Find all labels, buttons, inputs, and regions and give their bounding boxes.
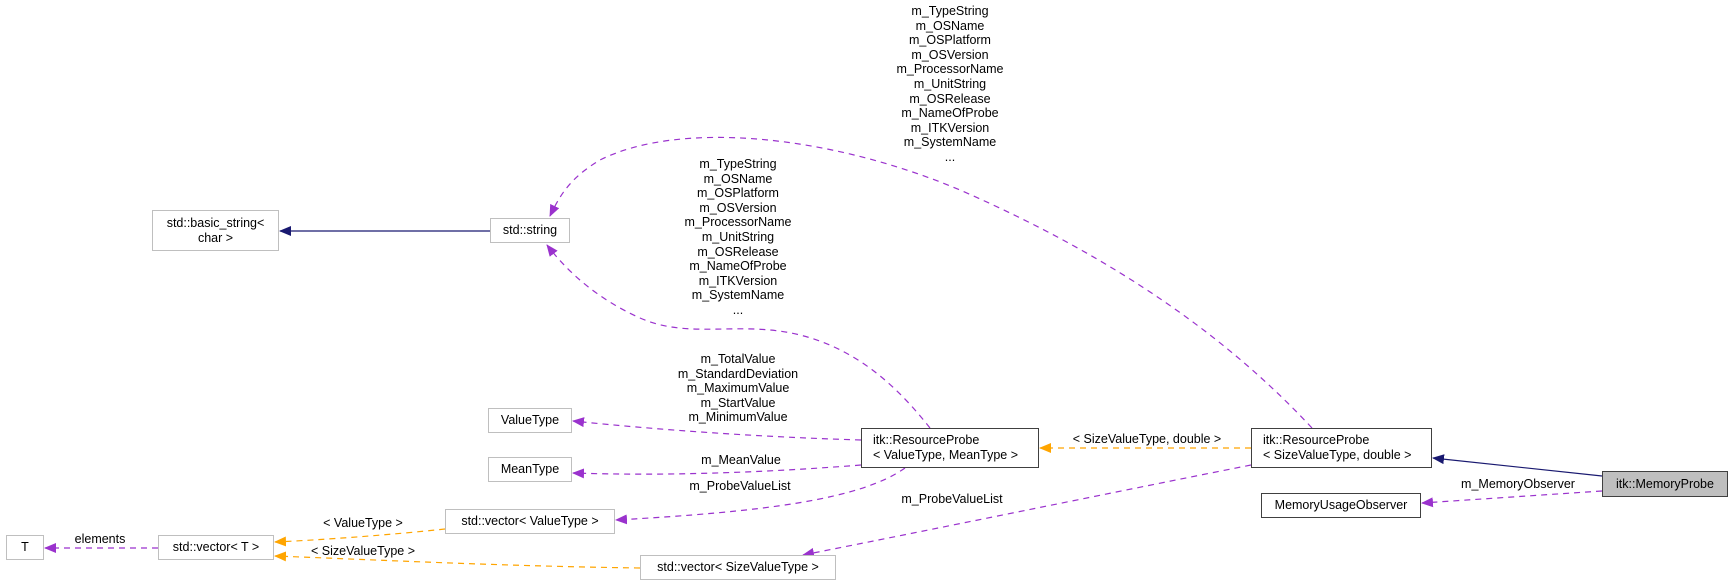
- node-label: std::string: [502, 223, 558, 237]
- edge-label-probe-value-list-sd: m_ProbeValueList: [901, 492, 1003, 506]
- node-label-line: itk::ResourceProbe: [1263, 433, 1370, 447]
- node-label-line: char >: [197, 230, 234, 245]
- member-name: m_StartValue: [700, 395, 776, 410]
- member-name: m_ITKVersion: [698, 273, 778, 288]
- edge-memoryprobe-to-resourceprobe-sd: [1432, 454, 1603, 477]
- member-name: ...: [732, 302, 744, 317]
- node-label-line: < SizeValueType, double >: [1263, 448, 1412, 462]
- member-name: m_OSPlatform: [909, 33, 991, 48]
- member-name: m_OSVersion: [699, 200, 777, 215]
- node-label-line: < ValueType, MeanType >: [873, 448, 1019, 462]
- member-name: m_ProcessorName: [684, 215, 792, 230]
- node-mean-type[interactable]: MeanType: [488, 457, 572, 482]
- member-name: m_NameOfProbe: [689, 259, 787, 274]
- node-label: ValueType: [500, 413, 560, 427]
- edge-resourceprobe-vm-to-vector-valuetype: [615, 467, 906, 525]
- edge-label-mean-value: m_MeanValue: [701, 453, 781, 467]
- member-name: m_OSName: [703, 171, 773, 186]
- node-std-vector-valuetype[interactable]: std::vector< ValueType >: [445, 509, 615, 534]
- node-label: std::vector< ValueType >: [461, 514, 599, 528]
- member-name: m_SystemName: [691, 288, 785, 303]
- edge-label-template-size-double: < SizeValueType, double >: [1072, 432, 1222, 446]
- node-label: MemoryUsageObserver: [1274, 498, 1408, 512]
- node-std-basic-string[interactable]: std::basic_string< char >: [152, 210, 279, 251]
- node-label: MeanType: [500, 462, 560, 476]
- collaboration-diagram-edges: [44, 136, 1603, 569]
- edge-label-string-members-mid: m_TypeString m_OSName m_OSPlatform m_OSV…: [685, 157, 792, 318]
- node-label-line: itk::ResourceProbe: [873, 433, 980, 447]
- member-name: m_UnitString: [701, 229, 775, 244]
- edge-label-string-members-top: m_TypeString m_OSName m_OSPlatform m_OSV…: [897, 4, 1004, 165]
- member-name: m_OSVersion: [911, 47, 989, 62]
- node-label: std::vector< T >: [172, 540, 260, 554]
- member-name: m_StandardDeviation: [677, 366, 799, 381]
- node-std-string[interactable]: std::string: [490, 218, 570, 243]
- member-name: m_OSRelease: [909, 91, 991, 106]
- node-label-line: std::basic_string<: [166, 215, 265, 230]
- member-name: m_OSPlatform: [697, 186, 779, 201]
- node-itk-memoryprobe[interactable]: itk::MemoryProbe: [1602, 471, 1728, 497]
- node-label: itk::MemoryProbe: [1616, 476, 1714, 491]
- member-name: m_OSName: [915, 18, 985, 33]
- member-name: m_UnitString: [913, 76, 987, 91]
- member-name: m_ProcessorName: [896, 62, 1004, 77]
- edge-label-template-size-value-type: < SizeValueType >: [310, 544, 416, 558]
- member-name: m_MinimumValue: [688, 410, 788, 425]
- edge-label-probe-value-list-vm: m_ProbeValueList: [689, 479, 791, 493]
- member-name: m_MaximumValue: [686, 381, 790, 396]
- node-label: T: [21, 540, 29, 554]
- member-name: m_TypeString: [699, 157, 777, 171]
- member-name: m_NameOfProbe: [901, 106, 999, 121]
- node-itk-resourceprobe-valuetype-meantype[interactable]: itk::ResourceProbe < ValueType, MeanType…: [861, 428, 1039, 468]
- edge-label-value-members: m_TotalValue m_StandardDeviation m_Maxim…: [678, 352, 798, 425]
- edge-template-vector-valuetype-to-vector-t: [274, 528, 446, 547]
- member-name: m_OSRelease: [697, 244, 779, 259]
- member-name: m_ITKVersion: [910, 120, 990, 135]
- node-memory-usage-observer[interactable]: MemoryUsageObserver: [1261, 493, 1421, 518]
- edge-label-template-value-type: < ValueType >: [323, 516, 403, 530]
- node-label: std::vector< SizeValueType >: [657, 560, 819, 574]
- edge-label-elements: elements: [74, 532, 126, 546]
- member-name: m_TotalValue: [700, 352, 776, 366]
- node-itk-resourceprobe-sizevaluetype-double[interactable]: itk::ResourceProbe < SizeValueType, doub…: [1251, 428, 1432, 468]
- edge-label-memory-observer: m_MemoryObserver: [1461, 477, 1575, 491]
- member-name: m_TypeString: [911, 4, 989, 18]
- edge-resourceprobe-sd-to-vector-sizevaluetype: [802, 464, 1252, 558]
- edge-resourceprobe-sd-to-string: [549, 136, 1313, 429]
- edge-memoryprobe-to-memoryusageobserver: [1421, 490, 1603, 508]
- node-value-type[interactable]: ValueType: [488, 408, 572, 433]
- node-std-vector-sizevaluetype[interactable]: std::vector< SizeValueType >: [640, 555, 836, 580]
- member-name: m_SystemName: [903, 135, 997, 150]
- member-name: ...: [944, 149, 956, 164]
- node-std-vector-t[interactable]: std::vector< T >: [158, 535, 274, 560]
- node-t[interactable]: T: [6, 535, 44, 560]
